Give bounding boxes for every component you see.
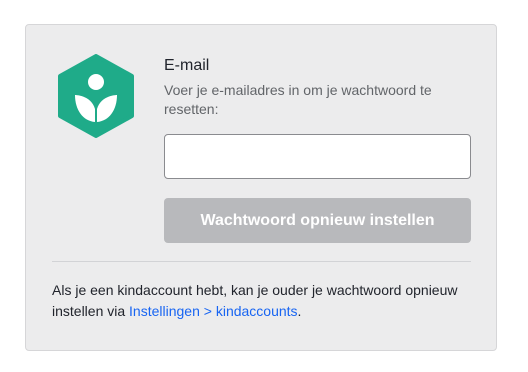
divider xyxy=(52,261,471,262)
reset-instructions: Voer je e-mailadres in om je wachtwoord … xyxy=(164,82,432,117)
khan-academy-logo-icon xyxy=(58,54,134,138)
child-account-note-end: . xyxy=(297,303,302,319)
child-account-note: Als je een kindaccount hebt, kan je oude… xyxy=(52,280,472,322)
reset-password-button[interactable]: Wachtwoord opnieuw instellen xyxy=(164,198,471,243)
settings-child-accounts-link[interactable]: Instellingen > kindaccounts xyxy=(129,303,298,319)
email-field[interactable] xyxy=(164,134,471,179)
email-label: E-mail xyxy=(164,57,210,74)
password-reset-card: E-mail Voer je e-mailadres in om je wach… xyxy=(25,24,497,351)
